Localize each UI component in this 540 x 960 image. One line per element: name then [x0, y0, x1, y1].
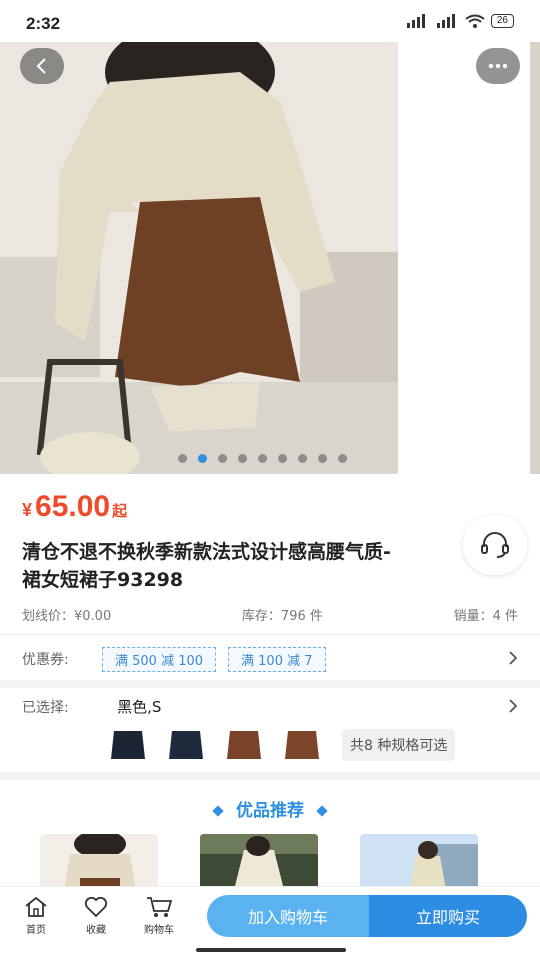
selection-label: 已选择:: [22, 700, 69, 716]
coupon-row[interactable]: 优惠券: 满 500 减 100 满 100 减 7: [22, 646, 518, 672]
coupon-tag[interactable]: 满 100 减 7: [228, 646, 326, 672]
diamond-icon: [316, 805, 328, 817]
divider: [0, 634, 540, 635]
buy-now-button[interactable]: 立即购买: [369, 895, 527, 937]
gallery-dot: [318, 454, 327, 463]
price-value: 65.00: [35, 490, 111, 523]
status-bar: 2:32 26: [0, 0, 540, 42]
spec-thumbnails: 共8 种规格可选: [108, 727, 456, 763]
home-indicator: [196, 948, 346, 952]
price: ¥ 65.00 起: [22, 490, 127, 524]
product-title: 清仓不退不换秋季新款法式设计感高腰气质- 裙女短裙子93298: [22, 538, 462, 594]
product-title-line: 清仓不退不换秋季新款法式设计感高腰气质-: [22, 541, 391, 563]
nav-favorite[interactable]: 收藏: [71, 895, 121, 936]
coupon-label: 优惠券:: [22, 652, 69, 668]
chevron-right-icon: [509, 699, 518, 713]
spec-thumbnail[interactable]: [108, 727, 148, 763]
selection-value: 黑色,S: [117, 698, 162, 716]
thumb-shape: [285, 731, 319, 759]
recommend-list: [40, 834, 478, 890]
recommend-heading: 优品推荐: [0, 796, 540, 821]
product-photo: [0, 42, 540, 474]
back-button[interactable]: [20, 48, 64, 84]
gallery-dot: [258, 454, 267, 463]
gallery-dot: [238, 454, 247, 463]
spec-thumbnail[interactable]: [224, 727, 264, 763]
section-gap: [0, 680, 540, 688]
more-button[interactable]: [476, 48, 520, 84]
gallery-dot: [218, 454, 227, 463]
status-time: 2:32: [26, 14, 61, 33]
product-meta: 划线价：¥0.00 库存：796 件 销量：4 件: [22, 605, 518, 624]
spec-thumbnail[interactable]: [282, 727, 322, 763]
battery-icon: 26: [490, 14, 514, 28]
thumb-shape: [227, 731, 261, 759]
chevron-left-icon: [36, 58, 46, 74]
recommend-item[interactable]: [40, 834, 158, 890]
gallery-pagination: [178, 454, 347, 463]
product-image-gallery[interactable]: [0, 42, 540, 474]
more-dots-icon: [488, 63, 508, 69]
status-icons: 26: [405, 14, 514, 28]
gallery-dot: [178, 454, 187, 463]
headset-icon: [481, 532, 509, 558]
add-to-cart-button[interactable]: 加入购物车: [207, 895, 369, 937]
section-gap: [0, 772, 540, 780]
signal-icon: [436, 14, 455, 28]
stock: 库存：796 件: [241, 609, 323, 624]
spec-count-badge[interactable]: 共8 种规格可选: [342, 729, 456, 761]
price-suffix: 起: [112, 503, 128, 520]
cart-icon: [147, 897, 173, 917]
thumb-shape: [169, 731, 203, 759]
spec-thumbnail[interactable]: [166, 727, 206, 763]
gallery-dot: [198, 454, 207, 463]
diamond-icon: [212, 805, 224, 817]
price-currency: ¥: [22, 500, 33, 520]
recommend-item[interactable]: [200, 834, 318, 890]
nav-home[interactable]: 首页: [11, 895, 61, 936]
nav-cart-label: 购物车: [144, 925, 174, 936]
heart-icon: [84, 896, 108, 918]
thumb-shape: [111, 731, 145, 759]
home-icon: [25, 896, 47, 917]
gallery-dot: [338, 454, 347, 463]
wifi-icon: [465, 14, 485, 28]
original-price: 划线价：¥0.00: [22, 609, 112, 624]
signal-icon: [406, 14, 425, 28]
sales-count: 销量：4 件: [453, 609, 518, 624]
chevron-right-icon: [509, 651, 518, 665]
nav-favorite-label: 收藏: [86, 925, 106, 936]
recommend-item[interactable]: [360, 834, 478, 890]
gallery-dot: [298, 454, 307, 463]
recommend-title: 优品推荐: [236, 801, 304, 821]
coupon-tag[interactable]: 满 500 减 100: [102, 646, 217, 672]
customer-service-button[interactable]: [463, 515, 527, 575]
nav-home-label: 首页: [26, 925, 46, 936]
spec-selection[interactable]: 已选择: 黑色,S: [22, 696, 518, 717]
nav-cart[interactable]: 购物车: [134, 895, 184, 936]
product-title-line: 裙女短裙子93298: [22, 569, 184, 591]
gallery-dot: [278, 454, 287, 463]
